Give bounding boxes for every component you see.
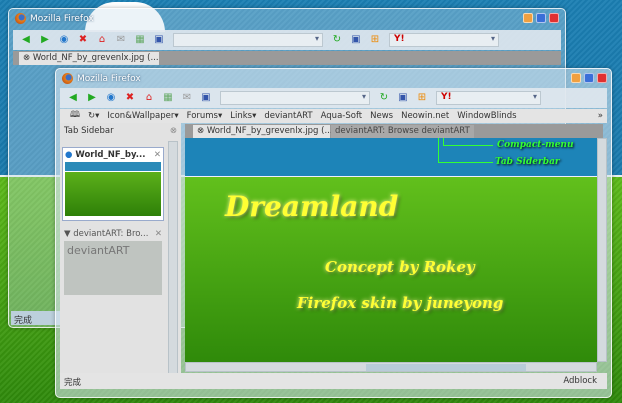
tab-label: deviantART: Browse deviantART	[335, 126, 470, 136]
minimize-button[interactable]	[571, 73, 581, 83]
more-bookmarks-chevron[interactable]: »	[598, 111, 603, 121]
tab-label: World_NF_by_grevenlx.jpg (...	[32, 53, 159, 63]
status-bar: 完成 Adblock	[60, 373, 607, 389]
bookmarks-toolbar: 🕮 ↻▾ Icon&Wallpaper▾ Forums▾ Links▾ devia…	[60, 109, 607, 123]
back-icon[interactable]: ◀	[68, 93, 78, 103]
front-window: Mozilla Firefox ◀ ▶ ◉ ✖ ⌂ ▦ ✉ ▣ ↻ ▣ ⊞ Y! 🕮 ↻▾ Icon…	[55, 68, 612, 398]
book-icon[interactable]: 🕮	[70, 109, 80, 123]
tab[interactable]: ⊗ World_NF_by_grevenlx.jpg (...	[19, 52, 159, 65]
bookmark-item[interactable]: Forums▾	[187, 111, 223, 121]
forward-icon[interactable]: ▶	[40, 35, 50, 45]
home-icon[interactable]: ⌂	[97, 35, 107, 45]
firefox-icon	[15, 13, 26, 24]
title-text: Mozilla Firefox	[30, 13, 94, 24]
sidebar-tab-item[interactable]: ● World_NF_by... ✕	[62, 147, 164, 221]
bookmark-item[interactable]: Links▾	[230, 111, 256, 121]
vertical-scrollbar[interactable]	[597, 138, 607, 362]
annotation-line	[438, 138, 493, 163]
horizontal-scrollbar[interactable]	[185, 362, 597, 372]
maximize-button[interactable]	[584, 73, 594, 83]
item-title: World_NF_by...	[75, 150, 146, 160]
close-tab-icon[interactable]: ✕	[154, 150, 161, 160]
screen-icon[interactable]: ▣	[398, 93, 408, 103]
tab-strip: ⊗ World_NF_by_grevenlx.jpg (... deviantA…	[185, 124, 603, 138]
window-title: Mozilla Firefox	[15, 13, 94, 24]
bookmark-item[interactable]: Aqua-Soft	[321, 111, 363, 121]
bookmark-item[interactable]: deviantART	[264, 111, 312, 121]
scroll-thumb[interactable]	[366, 364, 526, 371]
sidebar-title: Tab Sidebar	[64, 126, 114, 136]
tab-thumbnail: deviantART	[64, 241, 162, 295]
close-button[interactable]	[549, 13, 559, 23]
maximize-button[interactable]	[536, 13, 546, 23]
stop-icon[interactable]: ✖	[125, 93, 135, 103]
sidebar-tab-item[interactable]: ▼ deviantART: Bro... ✕ deviantART	[62, 227, 164, 301]
page-content: Dreamland Concept by Rokey Firefox skin …	[185, 138, 597, 362]
tab-thumbnail	[65, 162, 161, 216]
status-bar: 完成	[11, 311, 61, 326]
sidebar-header: Tab Sidebar ⊗	[60, 123, 181, 139]
forward-icon[interactable]: ▶	[87, 93, 97, 103]
bookmark-item[interactable]: Neowin.net	[401, 111, 449, 121]
bookmark-item[interactable]: Icon&Wallpaper▾	[107, 111, 178, 121]
tab-label: World_NF_by_grevenlx.jpg (...	[206, 126, 333, 136]
nav-toolbar: ◀ ▶ ◉ ✖ ⌂ ▦ ✉ ▣ ↻ ▣ ⊞ Y!	[60, 88, 607, 108]
credit-skin: Firefox skin by juneyong	[297, 294, 504, 312]
tab-active[interactable]: ⊗ World_NF_by_grevenlx.jpg (...	[193, 125, 333, 138]
firefox-icon	[62, 73, 73, 84]
title-text: Mozilla Firefox	[77, 73, 141, 84]
windows-icon[interactable]: ⊞	[370, 35, 380, 45]
screen-icon[interactable]: ▣	[351, 35, 361, 45]
mail-icon[interactable]: ✉	[116, 35, 126, 45]
close-button[interactable]	[597, 73, 607, 83]
sync-icon[interactable]: ▦	[135, 35, 145, 45]
item-title: deviantART: Bro...	[73, 229, 149, 239]
adblock-button[interactable]: Adblock	[563, 376, 597, 386]
sync-icon[interactable]: ▦	[163, 93, 173, 103]
credit-concept: Concept by Rokey	[325, 258, 475, 276]
mail-icon[interactable]: ✉	[182, 93, 192, 103]
annotation-compact-menu: Compact-menu	[497, 140, 574, 150]
bookmark-item[interactable]: WindowBlinds	[457, 111, 516, 121]
home-icon[interactable]: ⌂	[144, 93, 154, 103]
window-controls	[523, 13, 559, 23]
history-icon[interactable]: ◉	[59, 35, 69, 45]
globe-icon: ●	[65, 150, 73, 160]
window-controls	[571, 73, 607, 83]
deviantart-icon: ▼	[64, 229, 71, 239]
headline: Dreamland	[225, 190, 399, 223]
minimize-button[interactable]	[523, 13, 533, 23]
windows-icon[interactable]: ⊞	[417, 93, 427, 103]
search-bar[interactable]: Y!	[389, 33, 499, 47]
thumb-logo: deviantART	[67, 244, 130, 257]
window-title: Mozilla Firefox	[62, 73, 141, 84]
tab-sidebar: Tab Sidebar ⊗ ● World_NF_by... ✕ ▼ deviant…	[60, 123, 181, 385]
nav-toolbar: ◀ ▶ ◉ ✖ ⌂ ✉ ▦ ▣ ↻ ▣ ⊞ Y!	[13, 30, 561, 50]
status-text: 完成	[14, 316, 33, 326]
history-icon[interactable]: ◉	[106, 93, 116, 103]
power-icon[interactable]: ↻▾	[88, 111, 99, 121]
back-icon[interactable]: ◀	[21, 35, 31, 45]
sidebar-close-icon[interactable]: ⊗	[170, 126, 177, 136]
tab-strip: ⊗ World_NF_by_grevenlx.jpg (...	[13, 51, 561, 65]
reload-icon[interactable]: ↻	[332, 35, 342, 45]
url-bar[interactable]	[173, 33, 323, 47]
status-text: 完成	[64, 378, 82, 388]
sidebar-scrollbar[interactable]	[168, 141, 178, 381]
print-icon[interactable]: ▣	[201, 93, 211, 103]
search-bar[interactable]: Y!	[436, 91, 541, 105]
close-tab-icon[interactable]: ✕	[155, 229, 162, 239]
bookmark-item[interactable]: News	[370, 111, 393, 121]
annotation-tab-sidebar: Tab Siderbar	[495, 157, 560, 167]
reload-icon[interactable]: ↻	[379, 93, 389, 103]
tab[interactable]: deviantART: Browse deviantART	[331, 125, 474, 138]
print-icon[interactable]: ▣	[154, 35, 164, 45]
url-bar[interactable]	[220, 91, 370, 105]
stop-icon[interactable]: ✖	[78, 35, 88, 45]
